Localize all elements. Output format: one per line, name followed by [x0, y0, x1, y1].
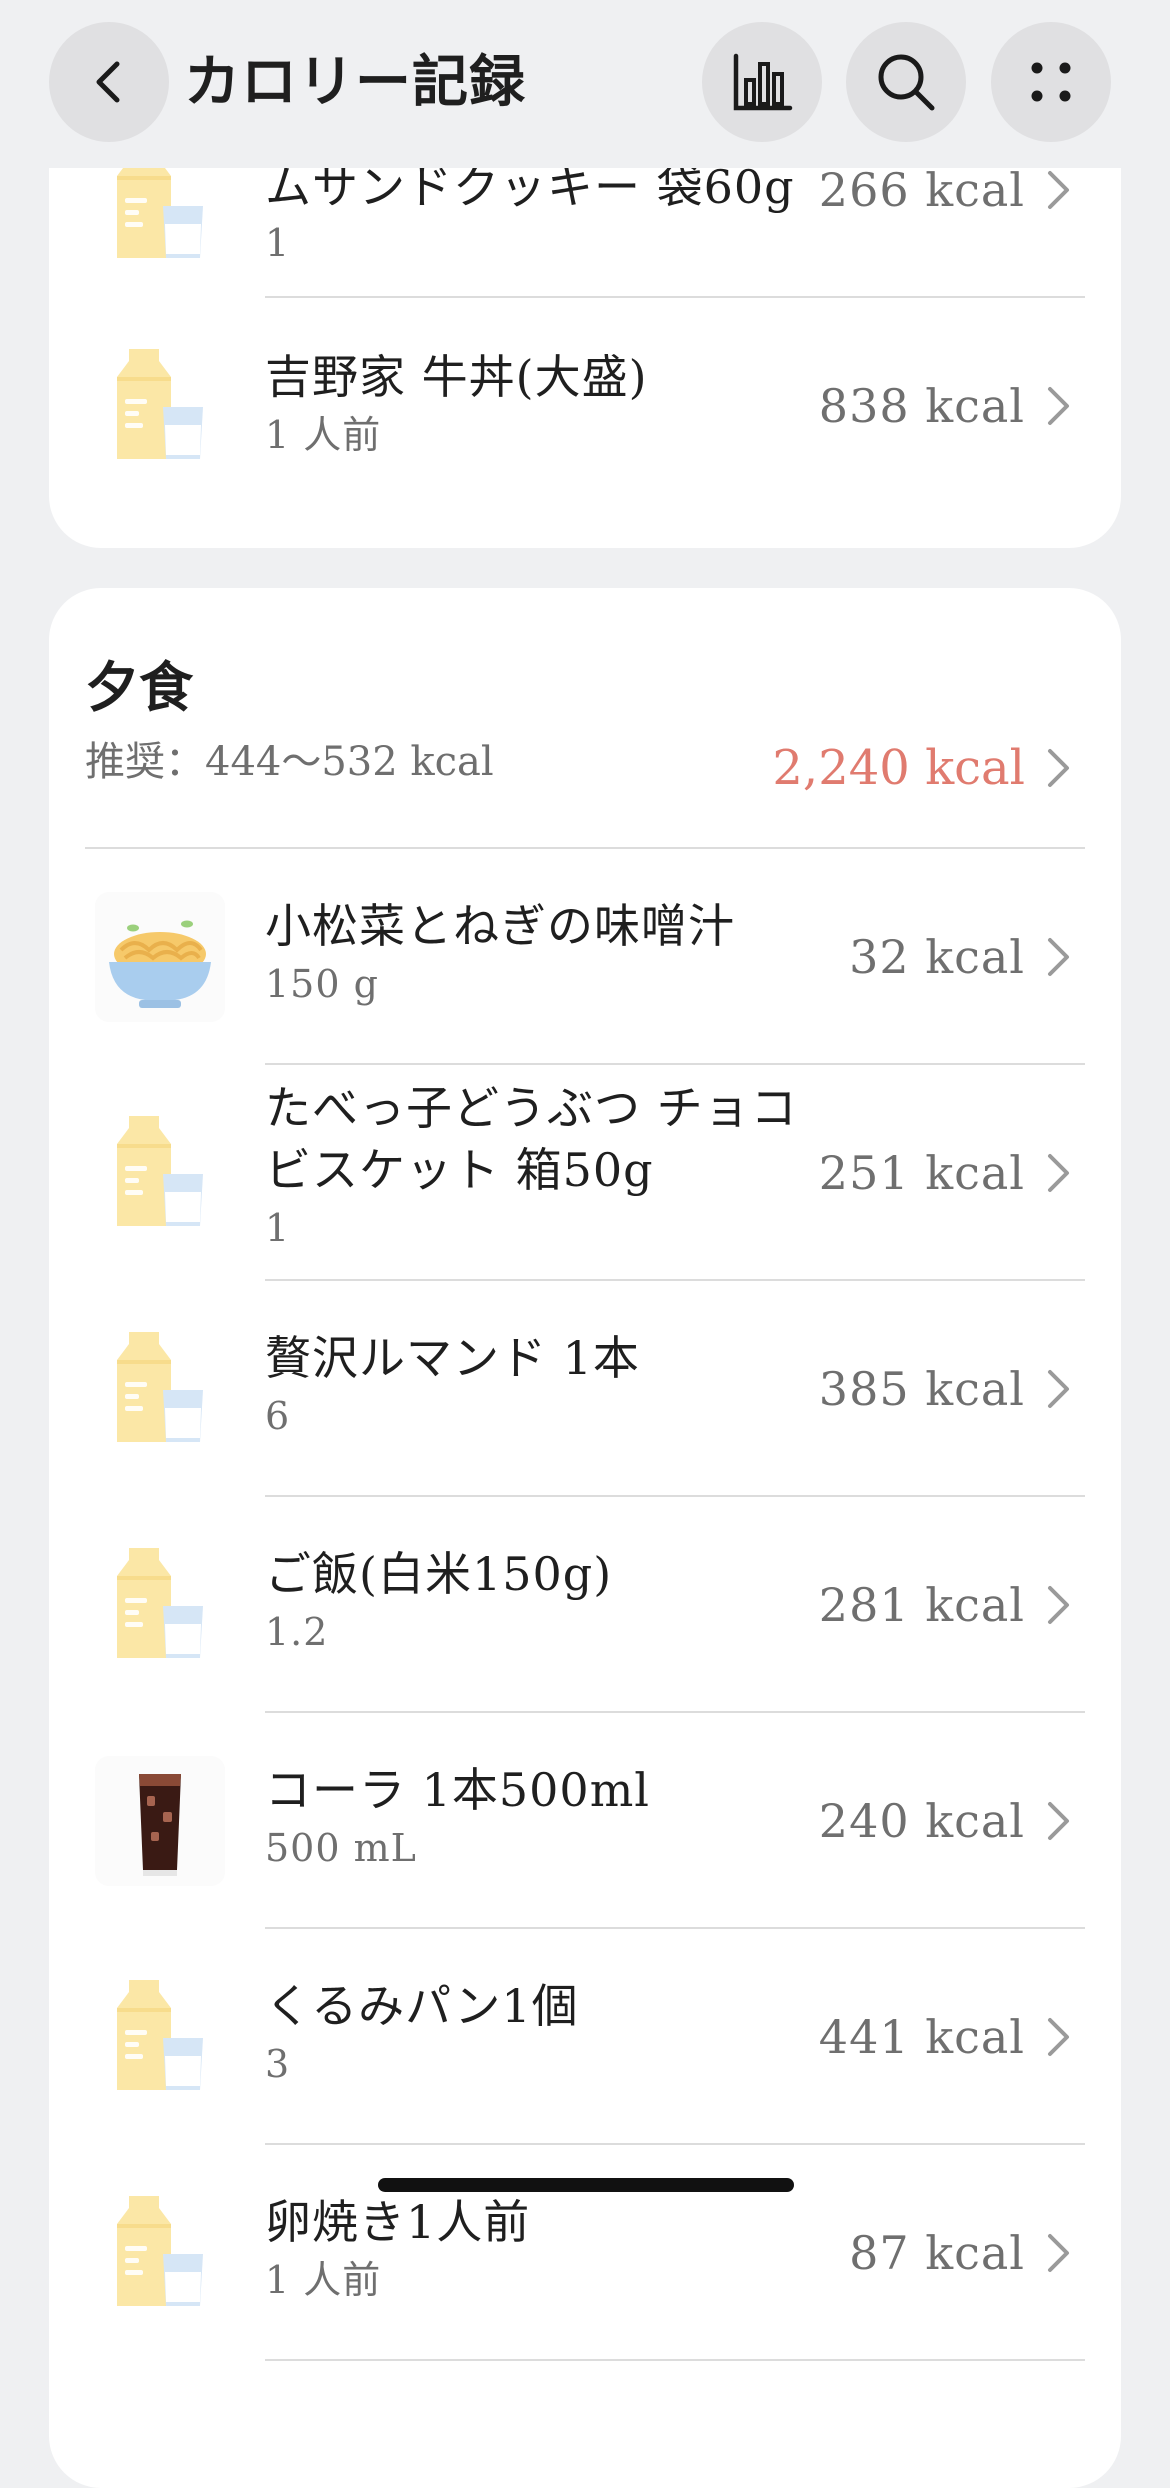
section-title: 夕食 [85, 655, 193, 719]
chevron-right-icon [1048, 1586, 1069, 1624]
food-calories: 385 kcal [818, 1362, 1025, 1416]
food-list-item[interactable]: 小松菜とねぎの味噌汁 150 g 32 kcal [49, 849, 1121, 1065]
food-calories: 87 kcal [849, 2226, 1025, 2280]
search-button[interactable] [846, 22, 966, 142]
food-name: コーラ 1本500ml [265, 1763, 651, 1817]
milk-carton-icon [95, 1540, 225, 1670]
food-quantity: 1.2 [265, 1610, 329, 1654]
food-quantity: 1 人前 [265, 2258, 382, 2302]
page-title: カロリー記録 [184, 49, 526, 115]
food-name: くるみパン1個 [265, 1979, 579, 2033]
food-name: 吉野家 牛丼(大盛) [265, 350, 648, 404]
dinner-card: 夕食 推奨：444〜532 kcal 2,240 kcal 小松菜とねぎの味噌汁… [49, 588, 1121, 2488]
home-indicator[interactable] [378, 2178, 794, 2192]
chevron-right-icon [1048, 1370, 1069, 1408]
app-header: カロリー記録 [0, 0, 1170, 168]
bar-chart-icon [733, 53, 793, 111]
food-calories: 251 kcal [818, 1146, 1025, 1200]
food-name: 贅沢ルマンド 1本 [265, 1331, 640, 1385]
more-dots-icon [1031, 62, 1071, 102]
food-quantity: 150 g [265, 962, 379, 1006]
search-icon [878, 54, 935, 111]
food-calories: 266 kcal [818, 163, 1025, 217]
food-quantity: 1 [265, 1206, 291, 1250]
chevron-left-icon [96, 61, 120, 103]
milk-carton-icon [95, 1324, 225, 1454]
milk-carton-icon [95, 2188, 225, 2318]
food-calories: 32 kcal [849, 930, 1025, 984]
food-quantity: 6 [265, 1394, 291, 1438]
food-list-item[interactable]: くるみパン1個 3 441 kcal [49, 1929, 1121, 2145]
chevron-right-icon[interactable] [1047, 748, 1071, 788]
food-quantity: 1 [265, 221, 291, 265]
chevron-right-icon [1048, 938, 1069, 976]
food-calories: 441 kcal [818, 2010, 1025, 2064]
food-quantity: 500 mL [265, 1826, 417, 1870]
noodle-bowl-icon [95, 892, 225, 1022]
milk-carton-icon [95, 1972, 225, 2102]
section-total-calories[interactable]: 2,240 kcal [772, 738, 1025, 798]
food-list-item[interactable]: たべっ子どうぶつ チョコビスケット 箱50g 1 251 kcal [49, 1065, 1121, 1281]
chevron-right-icon [1048, 387, 1069, 425]
food-list-item[interactable]: 贅沢ルマンド 1本 6 385 kcal [49, 1281, 1121, 1497]
divider [265, 2359, 1085, 2361]
chevron-right-icon [1048, 171, 1069, 209]
food-list-item[interactable]: コーラ 1本500ml 500 mL 240 kcal [49, 1713, 1121, 1929]
food-name: 小松菜とねぎの味噌汁 [265, 899, 735, 953]
recommended-calories: 推奨：444〜532 kcal [85, 739, 494, 785]
food-name: 卵焼き1人前 [265, 2195, 531, 2249]
chart-button[interactable] [702, 22, 822, 142]
milk-carton-icon [95, 341, 225, 471]
back-button[interactable] [49, 22, 169, 142]
food-calories: 240 kcal [818, 1794, 1025, 1848]
cola-glass-icon [95, 1756, 225, 1886]
food-quantity: 3 [265, 2042, 291, 2086]
food-calories: 281 kcal [818, 1578, 1025, 1632]
chevron-right-icon [1048, 2018, 1069, 2056]
food-name: ご飯(白米150g) [265, 1547, 613, 1601]
food-list-item[interactable]: 吉野家 牛丼(大盛) 1 人前 838 kcal [49, 298, 1121, 514]
milk-carton-icon [95, 1108, 225, 1238]
chevron-right-icon [1048, 2234, 1069, 2272]
food-calories: 838 kcal [818, 379, 1025, 433]
food-list-item[interactable]: ご飯(白米150g) 1.2 281 kcal [49, 1497, 1121, 1713]
more-button[interactable] [991, 22, 1111, 142]
chevron-right-icon [1048, 1802, 1069, 1840]
food-name: たべっ子どうぶつ チョコビスケット 箱50g [265, 1081, 798, 1197]
food-quantity: 1 人前 [265, 413, 382, 457]
chevron-right-icon [1048, 1154, 1069, 1192]
